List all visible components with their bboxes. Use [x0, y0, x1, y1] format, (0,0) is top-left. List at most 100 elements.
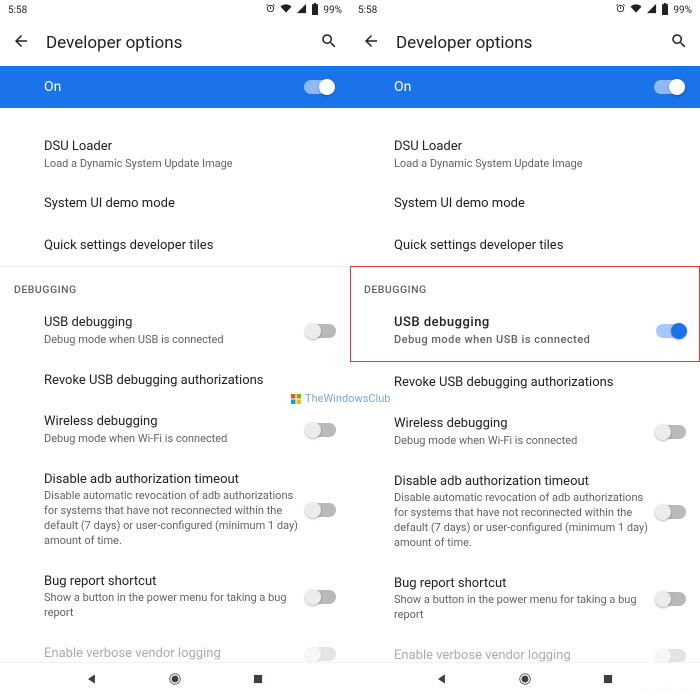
- revoke-usb-auth-row[interactable]: Revoke USB debugging authorizations: [350, 362, 700, 404]
- wireless-debugging-row[interactable]: Wireless debugging Debug mode when Wi-Fi…: [0, 401, 350, 458]
- battery-icon: [311, 3, 319, 18]
- page-title: Developer options: [46, 33, 304, 53]
- wireless-title: Wireless debugging: [394, 415, 648, 433]
- wireless-title: Wireless debugging: [44, 413, 298, 431]
- quick-settings-tiles-row[interactable]: Quick settings developer tiles: [350, 225, 700, 267]
- master-toggle[interactable]: [654, 80, 684, 94]
- revoke-title: Revoke USB debugging authorizations: [44, 372, 328, 390]
- status-bar: 5:58 99%: [0, 0, 350, 20]
- nav-back-icon[interactable]: [85, 671, 99, 690]
- usb-debugging-title: USB debugging: [394, 314, 648, 332]
- developer-options-master-toggle-row[interactable]: On: [350, 66, 700, 108]
- section-label: DEBUGGING: [364, 283, 686, 302]
- usb-debugging-row[interactable]: USB debugging Debug mode when USB is con…: [350, 302, 700, 361]
- usb-debugging-row[interactable]: USB debugging Debug mode when USB is con…: [0, 302, 350, 359]
- wireless-desc: Debug mode when Wi-Fi is connected: [394, 434, 648, 449]
- status-right: 99%: [265, 3, 342, 18]
- master-toggle-label: On: [366, 79, 654, 95]
- system-ui-demo-row[interactable]: System UI demo mode: [350, 183, 700, 225]
- signal-icon: [296, 3, 307, 17]
- usb-debugging-desc: Debug mode when USB is connected: [44, 333, 298, 348]
- nav-recent-icon[interactable]: [251, 671, 265, 690]
- search-icon[interactable]: [670, 32, 688, 54]
- verbose-logging-row[interactable]: Enable verbose vendor logging: [350, 635, 700, 662]
- disable-adb-title: Disable adb authorization timeout: [394, 473, 648, 491]
- nav-home-icon[interactable]: [518, 671, 532, 690]
- disable-adb-desc: Disable automatic revocation of adb auth…: [44, 489, 298, 548]
- nav-recent-icon[interactable]: [601, 671, 615, 690]
- screen-right: 5:58 99% Developer options On DSU Loader…: [350, 0, 700, 698]
- status-bar: 5:58 99%: [350, 0, 700, 20]
- app-bar: Developer options: [0, 20, 350, 66]
- verbose-toggle[interactable]: [656, 649, 686, 662]
- section-debugging-highlighted: DEBUGGING USB debugging Debug mode when …: [350, 266, 700, 361]
- navigation-bar: [0, 662, 350, 698]
- page-title: Developer options: [396, 33, 654, 53]
- disable-adb-timeout-row[interactable]: Disable adb authorization timeout Disabl…: [350, 461, 700, 563]
- dsu-title: DSU Loader: [394, 138, 678, 156]
- battery-icon: [661, 3, 669, 18]
- verbose-title: Enable verbose vendor logging: [394, 647, 648, 662]
- bugreport-toggle[interactable]: [656, 592, 686, 606]
- wifi-icon: [630, 3, 642, 17]
- revoke-title: Revoke USB debugging authorizations: [394, 374, 678, 392]
- tiles-title: Quick settings developer tiles: [44, 237, 328, 255]
- battery-percent: 99%: [673, 5, 692, 16]
- disable-adb-desc: Disable automatic revocation of adb auth…: [394, 491, 648, 550]
- bugreport-title: Bug report shortcut: [44, 573, 298, 591]
- back-icon[interactable]: [12, 32, 30, 54]
- wireless-desc: Debug mode when Wi-Fi is connected: [44, 432, 298, 447]
- screen-left: 5:58 99% Developer options On: [0, 0, 350, 698]
- disable-adb-timeout-row[interactable]: Disable adb authorization timeout Disabl…: [0, 459, 350, 561]
- wireless-debugging-toggle[interactable]: [306, 423, 336, 437]
- status-time: 5:58: [358, 5, 377, 16]
- status-right: 99%: [615, 3, 692, 18]
- sysui-title: System UI demo mode: [394, 195, 678, 213]
- disable-adb-title: Disable adb authorization timeout: [44, 471, 298, 489]
- section-debugging: DEBUGGING: [0, 266, 350, 302]
- settings-list: DSU Loader Load a Dynamic System Update …: [350, 108, 700, 662]
- master-toggle-label: On: [16, 79, 304, 95]
- nav-home-icon[interactable]: [168, 671, 182, 690]
- usb-debugging-desc: Debug mode when USB is connected: [394, 333, 648, 348]
- usb-debugging-toggle[interactable]: [656, 324, 686, 338]
- bugreport-desc: Show a button in the power menu for taki…: [44, 591, 298, 621]
- revoke-usb-auth-row[interactable]: Revoke USB debugging authorizations: [0, 360, 350, 402]
- search-icon[interactable]: [320, 32, 338, 54]
- disable-adb-toggle[interactable]: [656, 505, 686, 519]
- dsu-loader-row[interactable]: DSU Loader Load a Dynamic System Update …: [350, 126, 700, 183]
- developer-options-master-toggle-row[interactable]: On: [0, 66, 350, 108]
- battery-percent: 99%: [323, 5, 342, 16]
- bugreport-title: Bug report shortcut: [394, 575, 648, 593]
- usb-debugging-title: USB debugging: [44, 314, 298, 332]
- usb-debugging-toggle[interactable]: [306, 324, 336, 338]
- bugreport-toggle[interactable]: [306, 590, 336, 604]
- alarm-icon: [615, 3, 626, 17]
- nav-back-icon[interactable]: [435, 671, 449, 690]
- verbose-logging-row[interactable]: Enable verbose vendor logging: [0, 633, 350, 662]
- app-bar: Developer options: [350, 20, 700, 66]
- bug-report-shortcut-row[interactable]: Bug report shortcut Show a button in the…: [0, 561, 350, 633]
- quick-settings-tiles-row[interactable]: Quick settings developer tiles: [0, 225, 350, 267]
- bugreport-desc: Show a button in the power menu for taki…: [394, 593, 648, 623]
- dsu-title: DSU Loader: [44, 138, 328, 156]
- dsu-desc: Load a Dynamic System Update Image: [394, 157, 678, 172]
- wireless-debugging-toggle[interactable]: [656, 425, 686, 439]
- settings-list: DSU Loader Load a Dynamic System Update …: [0, 108, 350, 662]
- sysui-title: System UI demo mode: [44, 195, 328, 213]
- system-ui-demo-row[interactable]: System UI demo mode: [0, 183, 350, 225]
- verbose-title: Enable verbose vendor logging: [44, 645, 298, 662]
- back-icon[interactable]: [362, 32, 380, 54]
- verbose-toggle[interactable]: [306, 647, 336, 661]
- signal-icon: [646, 3, 657, 17]
- bug-report-shortcut-row[interactable]: Bug report shortcut Show a button in the…: [350, 563, 700, 635]
- wifi-icon: [280, 3, 292, 17]
- disable-adb-toggle[interactable]: [306, 503, 336, 517]
- tiles-title: Quick settings developer tiles: [394, 237, 678, 255]
- status-time: 5:58: [8, 5, 27, 16]
- alarm-icon: [265, 3, 276, 17]
- wireless-debugging-row[interactable]: Wireless debugging Debug mode when Wi-Fi…: [350, 403, 700, 460]
- dsu-loader-row[interactable]: DSU Loader Load a Dynamic System Update …: [0, 126, 350, 183]
- master-toggle[interactable]: [304, 80, 334, 94]
- dsu-desc: Load a Dynamic System Update Image: [44, 157, 328, 172]
